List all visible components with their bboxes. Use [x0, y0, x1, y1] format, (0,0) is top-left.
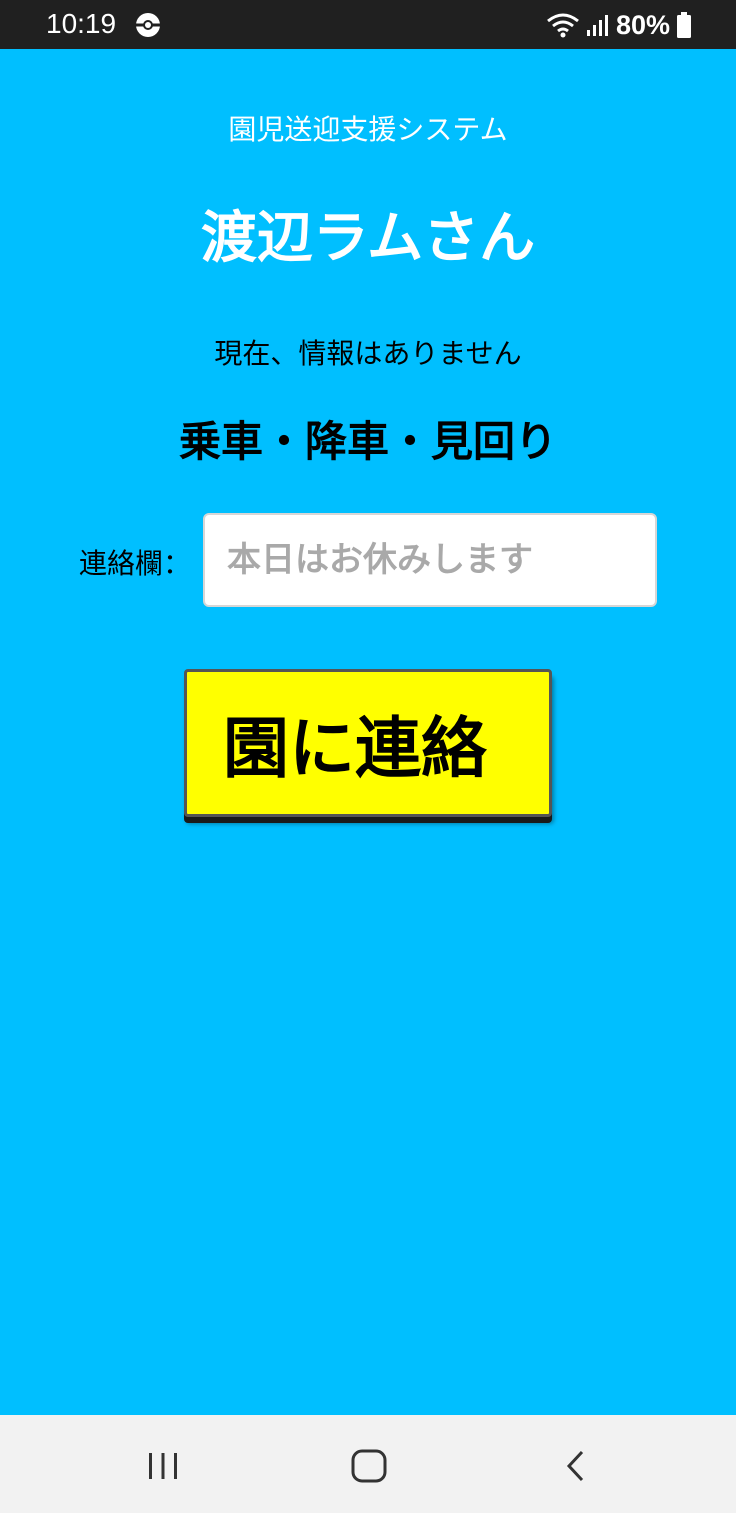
signal-icon	[586, 15, 608, 36]
recent-apps-icon[interactable]	[147, 1452, 179, 1480]
main-screen: 園児送迎支援システム 渡辺ラムさん 現在、情報はありません 乗車・降車・見回り …	[0, 49, 736, 1415]
status-indicators: 80%	[546, 8, 692, 42]
battery-percent: 80%	[615, 10, 670, 40]
info-message: 現在、情報はありません	[214, 337, 522, 370]
home-icon[interactable]	[351, 1449, 387, 1483]
navigation-bar	[0, 1415, 736, 1513]
contact-input[interactable]	[203, 513, 657, 607]
contact-label: 連絡欄：	[79, 547, 192, 580]
status-heading: 乗車・降車・見回り	[178, 417, 557, 466]
battery-icon	[677, 12, 691, 38]
sync-icon	[136, 13, 160, 37]
child-name: 渡辺ラムさん	[200, 206, 536, 271]
wifi-icon	[547, 13, 579, 38]
status-time: 10:19	[46, 8, 117, 39]
status-bar: 10:19 80%	[0, 0, 736, 49]
back-icon[interactable]	[564, 1450, 586, 1482]
send-to-school-button[interactable]: 園に連絡	[184, 669, 552, 817]
system-title: 園児送迎支援システム	[228, 113, 508, 146]
